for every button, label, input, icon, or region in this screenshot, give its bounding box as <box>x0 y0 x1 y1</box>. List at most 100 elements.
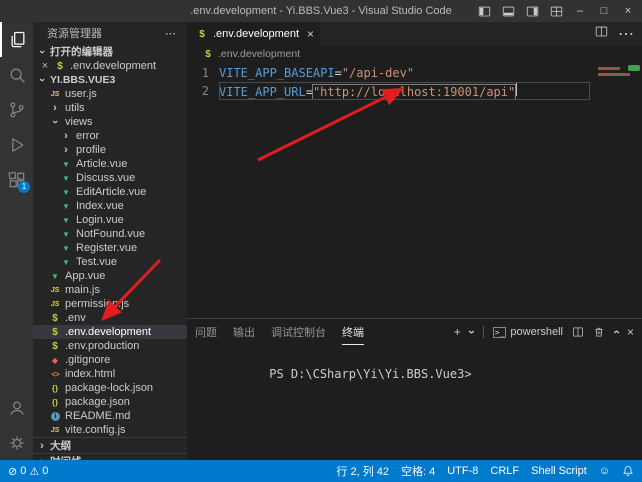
env-file-icon: $ <box>48 312 62 324</box>
tree-item-README.md[interactable]: iREADME.md <box>33 409 187 423</box>
tree-item-error[interactable]: ›error <box>33 129 187 143</box>
tree-item-permission.js[interactable]: JSpermission.js <box>33 297 187 311</box>
tree-item-vite.config.js[interactable]: JSvite.config.js <box>33 423 187 437</box>
line-content: VITE_APP_URL="http://localhost:19001/api… <box>219 83 517 99</box>
panel-actions: + › >_ powershell › <box>454 325 634 339</box>
toggle-secondary-sidebar-icon[interactable] <box>520 0 544 22</box>
minimap[interactable] <box>596 62 642 132</box>
panel-tab-调试控制台[interactable]: 调试控制台 <box>271 319 326 345</box>
more-actions-icon[interactable]: ⋯ <box>618 24 634 44</box>
sidebar-more-actions-icon[interactable]: ⋯ <box>165 27 177 40</box>
tree-item-EditArticle.vue[interactable]: ▼EditArticle.vue <box>33 185 187 199</box>
terminal-output[interactable]: PS D:\CSharp\Yi\Yi.BBS.Vue3> <box>187 345 642 460</box>
close-window-button[interactable]: × <box>616 0 640 22</box>
settings-gear-icon[interactable] <box>0 425 33 460</box>
tree-item-.env.production[interactable]: $.env.production <box>33 339 187 353</box>
tree-item-Index.vue[interactable]: ▼Index.vue <box>33 199 187 213</box>
tree-item-Login.vue[interactable]: ▼Login.vue <box>33 213 187 227</box>
tree-item-.gitignore[interactable]: ◆.gitignore <box>33 353 187 367</box>
account-icon[interactable] <box>0 390 33 425</box>
tree-item-Article.vue[interactable]: ▼Article.vue <box>33 157 187 171</box>
env-file-icon: $ <box>53 60 67 72</box>
maximize-panel-icon[interactable]: › <box>609 330 623 334</box>
tree-item-package.json[interactable]: {}package.json <box>33 395 187 409</box>
tree-item-label: Login.vue <box>76 214 124 226</box>
split-terminal-icon[interactable] <box>572 326 584 338</box>
tree-item-label: App.vue <box>65 270 105 282</box>
search-icon[interactable] <box>0 57 33 92</box>
source-control-icon[interactable] <box>0 92 33 127</box>
vue-file-icon: ▼ <box>59 158 73 170</box>
tree-item-Test.vue[interactable]: ▼Test.vue <box>33 255 187 269</box>
panel-tab-问题[interactable]: 问题 <box>195 319 217 345</box>
cursor-position[interactable]: 行 2, 列 42 <box>336 463 389 479</box>
run-debug-icon[interactable] <box>0 127 33 162</box>
tab-label: .env.development <box>213 28 299 40</box>
terminal-dropdown-icon[interactable]: › <box>465 330 479 334</box>
tree-item-views[interactable]: ›views <box>33 115 187 129</box>
tree-item-label: index.html <box>65 368 115 380</box>
sidebar-title-row: 资源管理器 ⋯ <box>33 22 187 44</box>
js-file-icon: JS <box>48 298 62 310</box>
equals-operator: = <box>306 85 313 99</box>
split-editor-icon[interactable] <box>595 25 608 43</box>
toggle-panel-icon[interactable] <box>496 0 520 22</box>
panel-tab-输出[interactable]: 输出 <box>233 319 255 345</box>
tree-item-utils[interactable]: ›utils <box>33 101 187 115</box>
tree-item-label: permission.js <box>65 298 129 310</box>
code-line-2[interactable]: 2 VITE_APP_URL="http://localhost:19001/ap… <box>187 82 590 100</box>
customize-layout-icon[interactable] <box>544 0 568 22</box>
tree-item-App.vue[interactable]: ▼App.vue <box>33 269 187 283</box>
title-bar: .env.development - Yi.BBS.Vue3 - Visual … <box>0 0 642 22</box>
outline-section-header[interactable]: › 大纲 <box>33 437 187 453</box>
toggle-primary-sidebar-icon[interactable] <box>472 0 496 22</box>
problems-status[interactable]: ⊘ 0 ⚠ 0 <box>8 465 48 478</box>
extensions-badge: 1 <box>18 181 30 193</box>
tree-item-Register.vue[interactable]: ▼Register.vue <box>33 241 187 255</box>
status-right: 行 2, 列 42 空格: 4 UTF-8 CRLF Shell Script … <box>336 463 634 479</box>
indentation-status[interactable]: 空格: 4 <box>401 463 435 479</box>
close-editor-icon[interactable]: × <box>39 60 51 72</box>
vue-file-icon: ▼ <box>59 214 73 226</box>
minimize-button[interactable]: – <box>568 0 592 22</box>
tree-item-NotFound.vue[interactable]: ▼NotFound.vue <box>33 227 187 241</box>
code-line-1[interactable]: 1VITE_APP_BASEAPI="/api-dev" <box>187 64 590 82</box>
tab-env-development[interactable]: $ .env.development × <box>187 22 320 46</box>
tree-item-profile[interactable]: ›profile <box>33 143 187 157</box>
tree-item-package-lock.json[interactable]: {}package-lock.json <box>33 381 187 395</box>
language-mode[interactable]: Shell Script <box>531 465 587 477</box>
new-terminal-icon[interactable]: + <box>454 325 461 339</box>
main-area: 1 资源管理器 ⋯ › 打开的编辑器 × $ .env.devel <box>0 22 642 460</box>
encoding-status[interactable]: UTF-8 <box>447 465 478 477</box>
tree-item-label: .env.production <box>65 340 139 352</box>
eol-status[interactable]: CRLF <box>490 465 519 477</box>
maximize-button[interactable]: □ <box>592 0 616 22</box>
notifications-bell-icon[interactable] <box>622 465 634 477</box>
explorer-icon[interactable] <box>0 22 33 57</box>
kill-terminal-icon[interactable] <box>593 326 605 338</box>
extensions-icon[interactable]: 1 <box>0 162 33 197</box>
terminal-instance-powershell[interactable]: >_ powershell <box>493 326 563 338</box>
tree-item-.env[interactable]: $.env <box>33 311 187 325</box>
tree-item-label: Article.vue <box>76 158 127 170</box>
terminal-icon: >_ <box>493 327 507 338</box>
tree-item-.env.development[interactable]: $.env.development <box>33 325 187 339</box>
timeline-section-header[interactable]: › 时间线 <box>33 453 187 460</box>
panel-tab-终端[interactable]: 终端 <box>342 319 364 345</box>
line-number: 2 <box>187 84 209 98</box>
tree-item-index.html[interactable]: <>index.html <box>33 367 187 381</box>
open-editors-header[interactable]: › 打开的编辑器 <box>33 44 187 59</box>
project-root-header[interactable]: › YI.BBS.VUE3 <box>33 73 187 87</box>
tree-item-main.js[interactable]: JSmain.js <box>33 283 187 297</box>
open-editor-item[interactable]: × $ .env.development <box>33 59 187 73</box>
chevron-down-icon: › <box>36 74 48 86</box>
code-editor[interactable]: 1VITE_APP_BASEAPI="/api-dev" 2 VITE_APP_UR… <box>187 62 642 318</box>
tree-item-user.js[interactable]: JSuser.js <box>33 87 187 101</box>
feedback-smiley-icon[interactable]: ☺ <box>599 465 610 477</box>
close-panel-icon[interactable]: × <box>627 325 634 339</box>
close-tab-icon[interactable]: × <box>307 27 314 41</box>
tree-item-Discuss.vue[interactable]: ▼Discuss.vue <box>33 171 187 185</box>
tree-item-label: .env.development <box>65 326 151 338</box>
chevron-collapsed-icon: › <box>59 130 73 142</box>
breadcrumb[interactable]: $ .env.development <box>187 46 642 62</box>
